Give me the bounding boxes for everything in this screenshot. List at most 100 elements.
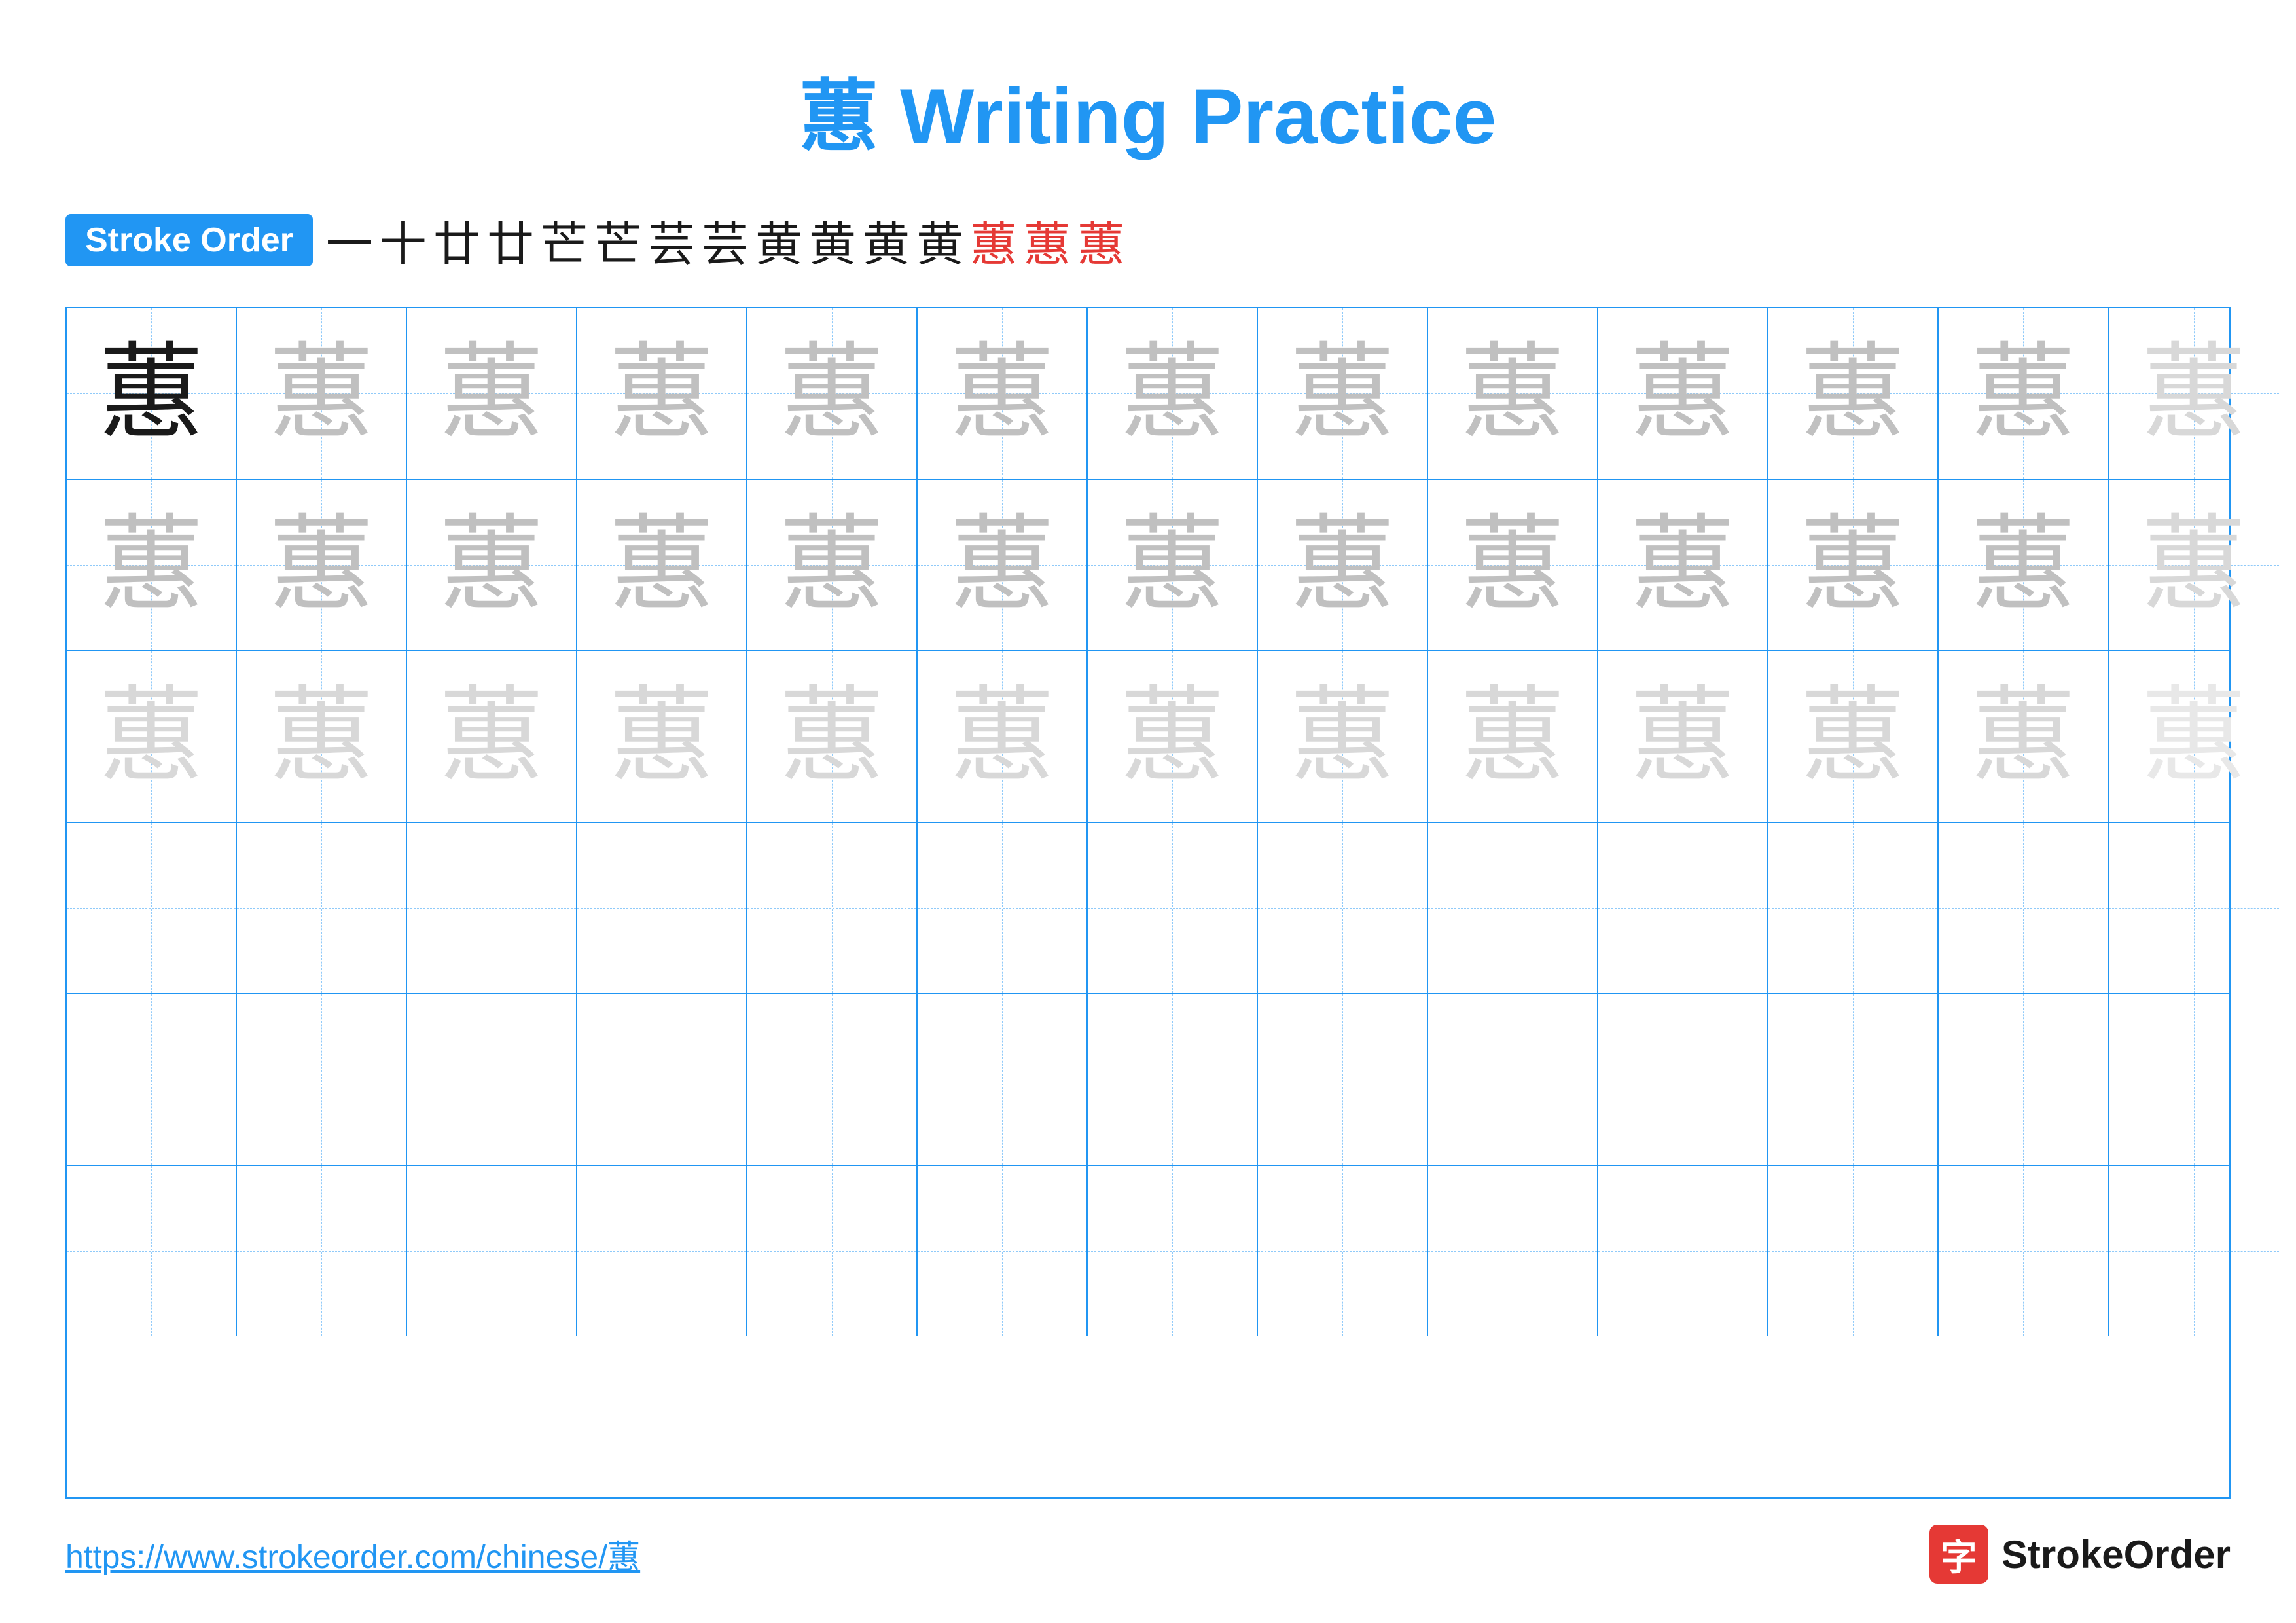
cell-3-2[interactable]: 蕙 xyxy=(237,651,407,822)
char-2-11: 蕙 xyxy=(1801,513,1905,617)
cell-6-7[interactable] xyxy=(1088,1166,1258,1336)
cell-6-11[interactable] xyxy=(1768,1166,1939,1336)
grid-row-3: 蕙 蕙 蕙 蕙 蕙 蕙 蕙 蕙 蕙 蕙 蕙 蕙 蕙 xyxy=(67,651,2229,823)
char-1-10: 蕙 xyxy=(1630,341,1735,446)
cell-5-2[interactable] xyxy=(237,994,407,1165)
cell-5-1[interactable] xyxy=(67,994,237,1165)
cell-2-2[interactable]: 蕙 xyxy=(237,480,407,650)
cell-4-6[interactable] xyxy=(918,823,1088,993)
cell-4-1[interactable] xyxy=(67,823,237,993)
cell-1-5[interactable]: 蕙 xyxy=(747,308,918,479)
stroke-9: 黄 xyxy=(755,206,802,274)
cell-1-7[interactable]: 蕙 xyxy=(1088,308,1258,479)
cell-3-11[interactable]: 蕙 xyxy=(1768,651,1939,822)
char-2-2: 蕙 xyxy=(269,513,374,617)
logo-icon: 字 xyxy=(1929,1525,1988,1584)
cell-6-6[interactable] xyxy=(918,1166,1088,1336)
cell-4-8[interactable] xyxy=(1258,823,1428,993)
cell-1-13[interactable]: 蕙 xyxy=(2109,308,2279,479)
cell-2-4[interactable]: 蕙 xyxy=(577,480,747,650)
cell-4-3[interactable] xyxy=(407,823,577,993)
logo-icon-char: 字 xyxy=(1941,1528,1977,1580)
cell-5-9[interactable] xyxy=(1428,994,1598,1165)
cell-4-4[interactable] xyxy=(577,823,747,993)
cell-2-5[interactable]: 蕙 xyxy=(747,480,918,650)
stroke-3: 廿 xyxy=(433,206,480,274)
cell-6-12[interactable] xyxy=(1939,1166,2109,1336)
char-2-8: 蕙 xyxy=(1290,513,1395,617)
cell-5-10[interactable] xyxy=(1598,994,1768,1165)
cell-5-13[interactable] xyxy=(2109,994,2279,1165)
cell-4-11[interactable] xyxy=(1768,823,1939,993)
cell-1-2[interactable]: 蕙 xyxy=(237,308,407,479)
cell-4-12[interactable] xyxy=(1939,823,2109,993)
cell-3-5[interactable]: 蕙 xyxy=(747,651,918,822)
cell-5-7[interactable] xyxy=(1088,994,1258,1165)
cell-5-8[interactable] xyxy=(1258,994,1428,1165)
practice-grid: 蕙 蕙 蕙 蕙 蕙 蕙 蕙 蕙 蕙 蕙 蕙 蕙 蕙 蕙 蕙 蕙 蕙 蕙 蕙 蕙 … xyxy=(65,307,2231,1499)
cell-2-10[interactable]: 蕙 xyxy=(1598,480,1768,650)
cell-6-2[interactable] xyxy=(237,1166,407,1336)
cell-3-3[interactable]: 蕙 xyxy=(407,651,577,822)
cell-1-10[interactable]: 蕙 xyxy=(1598,308,1768,479)
cell-3-10[interactable]: 蕙 xyxy=(1598,651,1768,822)
cell-2-11[interactable]: 蕙 xyxy=(1768,480,1939,650)
cell-4-9[interactable] xyxy=(1428,823,1598,993)
char-1-7: 蕙 xyxy=(1120,341,1225,446)
cell-1-6[interactable]: 蕙 xyxy=(918,308,1088,479)
cell-2-1[interactable]: 蕙 xyxy=(67,480,237,650)
cell-6-3[interactable] xyxy=(407,1166,577,1336)
char-1-4: 蕙 xyxy=(609,341,714,446)
stroke-8: 芸 xyxy=(702,206,749,274)
cell-4-5[interactable] xyxy=(747,823,918,993)
cell-4-7[interactable] xyxy=(1088,823,1258,993)
cell-3-7[interactable]: 蕙 xyxy=(1088,651,1258,822)
cell-2-6[interactable]: 蕙 xyxy=(918,480,1088,650)
cell-2-9[interactable]: 蕙 xyxy=(1428,480,1598,650)
stroke-6: 芒 xyxy=(594,206,641,274)
cell-1-4[interactable]: 蕙 xyxy=(577,308,747,479)
cell-6-13[interactable] xyxy=(2109,1166,2279,1336)
cell-2-3[interactable]: 蕙 xyxy=(407,480,577,650)
cell-6-5[interactable] xyxy=(747,1166,918,1336)
cell-1-8[interactable]: 蕙 xyxy=(1258,308,1428,479)
cell-3-12[interactable]: 蕙 xyxy=(1939,651,2109,822)
cell-4-13[interactable] xyxy=(2109,823,2279,993)
footer-url-link[interactable]: https://www.strokeorder.com/chinese/蕙 xyxy=(65,1531,640,1578)
cell-3-1[interactable]: 蕙 xyxy=(67,651,237,822)
cell-3-8[interactable]: 蕙 xyxy=(1258,651,1428,822)
cell-5-3[interactable] xyxy=(407,994,577,1165)
stroke-7: 芸 xyxy=(648,206,695,274)
cell-2-7[interactable]: 蕙 xyxy=(1088,480,1258,650)
char-3-11: 蕙 xyxy=(1801,684,1905,789)
cell-2-12[interactable]: 蕙 xyxy=(1939,480,2109,650)
cell-3-9[interactable]: 蕙 xyxy=(1428,651,1598,822)
cell-5-5[interactable] xyxy=(747,994,918,1165)
char-3-6: 蕙 xyxy=(950,684,1054,789)
cell-3-4[interactable]: 蕙 xyxy=(577,651,747,822)
cell-5-4[interactable] xyxy=(577,994,747,1165)
cell-6-10[interactable] xyxy=(1598,1166,1768,1336)
cell-6-1[interactable] xyxy=(67,1166,237,1336)
cell-2-8[interactable]: 蕙 xyxy=(1258,480,1428,650)
cell-1-12[interactable]: 蕙 xyxy=(1939,308,2109,479)
cell-1-11[interactable]: 蕙 xyxy=(1768,308,1939,479)
cell-1-1[interactable]: 蕙 xyxy=(67,308,237,479)
cell-1-9[interactable]: 蕙 xyxy=(1428,308,1598,479)
cell-5-11[interactable] xyxy=(1768,994,1939,1165)
cell-6-4[interactable] xyxy=(577,1166,747,1336)
stroke-10: 黄 xyxy=(809,206,856,274)
char-2-7: 蕙 xyxy=(1120,513,1225,617)
cell-2-13[interactable]: 蕙 xyxy=(2109,480,2279,650)
cell-1-3[interactable]: 蕙 xyxy=(407,308,577,479)
cell-6-8[interactable] xyxy=(1258,1166,1428,1336)
cell-5-12[interactable] xyxy=(1939,994,2109,1165)
cell-4-10[interactable] xyxy=(1598,823,1768,993)
cell-3-6[interactable]: 蕙 xyxy=(918,651,1088,822)
cell-3-13[interactable]: 蕙 xyxy=(2109,651,2279,822)
cell-5-6[interactable] xyxy=(918,994,1088,1165)
cell-4-2[interactable] xyxy=(237,823,407,993)
cell-6-9[interactable] xyxy=(1428,1166,1598,1336)
stroke-4: 廿 xyxy=(487,206,534,274)
stroke-13: 蕙 xyxy=(970,206,1017,274)
